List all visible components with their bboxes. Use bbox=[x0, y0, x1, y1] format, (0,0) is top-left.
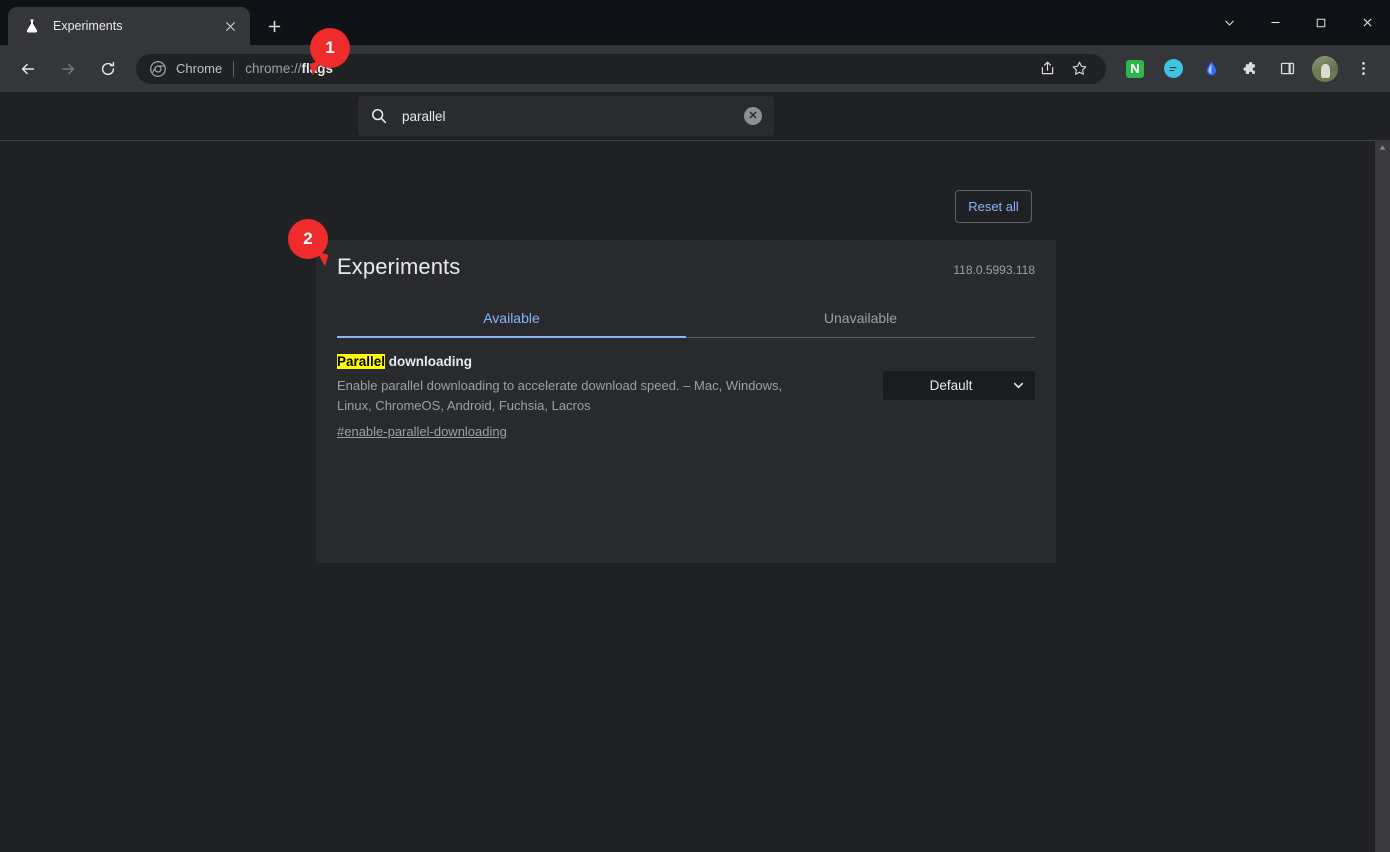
flask-icon bbox=[24, 18, 40, 34]
callout-marker-2: 2 bbox=[288, 219, 328, 259]
page-scrollbar[interactable] bbox=[1375, 140, 1390, 852]
search-box[interactable]: ✕ bbox=[358, 96, 774, 136]
omnibox-actions bbox=[1028, 56, 1092, 82]
flag-row: Parallel downloading Enable parallel dow… bbox=[337, 338, 1035, 441]
star-icon[interactable] bbox=[1066, 56, 1092, 82]
browser-toolbar: Chrome chrome://flags N bbox=[0, 45, 1390, 92]
profile-avatar[interactable] bbox=[1311, 55, 1339, 83]
forward-arrow-icon[interactable] bbox=[53, 54, 83, 84]
close-window-icon[interactable] bbox=[1344, 0, 1390, 45]
address-bar[interactable]: Chrome chrome://flags bbox=[136, 53, 1106, 84]
reload-icon[interactable] bbox=[93, 54, 123, 84]
flag-title-rest: downloading bbox=[385, 354, 473, 369]
new-tab-button[interactable] bbox=[260, 12, 288, 40]
back-arrow-icon[interactable] bbox=[13, 54, 43, 84]
flags-page: ✕ Reset all Experiments 118.0.5993.118 A… bbox=[0, 92, 1390, 852]
version-label: 118.0.5993.118 bbox=[953, 263, 1035, 277]
tab-strip: Experiments bbox=[0, 0, 1390, 45]
three-dot-menu-icon[interactable] bbox=[1349, 55, 1377, 83]
toolbar-extension-icons: N bbox=[1110, 55, 1382, 83]
experiments-card: Experiments 118.0.5993.118 Available Una… bbox=[316, 240, 1056, 563]
search-highlight: Parallel bbox=[337, 354, 386, 369]
minimize-icon[interactable] bbox=[1252, 0, 1298, 45]
reset-all-button[interactable]: Reset all bbox=[955, 190, 1032, 223]
share-icon[interactable] bbox=[1034, 56, 1060, 82]
browser-tab-experiments[interactable]: Experiments bbox=[8, 7, 250, 45]
flags-tabs: Available Unavailable bbox=[337, 300, 1035, 338]
tab-title: Experiments bbox=[53, 19, 123, 33]
flag-permalink[interactable]: #enable-parallel-downloading bbox=[337, 424, 507, 439]
flag-title: Parallel downloading bbox=[337, 353, 859, 371]
maximize-icon[interactable] bbox=[1298, 0, 1344, 45]
chevron-down-icon[interactable] bbox=[1206, 0, 1252, 45]
chrome-logo-icon bbox=[150, 60, 166, 77]
flag-info: Parallel downloading Enable parallel dow… bbox=[337, 353, 883, 441]
page-title: Experiments bbox=[337, 254, 461, 279]
flag-select-wrapper: Default bbox=[883, 371, 1035, 400]
close-icon[interactable] bbox=[220, 16, 240, 36]
tab-available[interactable]: Available bbox=[337, 300, 686, 338]
avatar bbox=[1312, 55, 1338, 82]
window-controls bbox=[1206, 0, 1390, 45]
search-input[interactable] bbox=[402, 108, 744, 124]
extension-badge-letter: N bbox=[1126, 59, 1144, 78]
extensions-puzzle-icon[interactable] bbox=[1235, 55, 1263, 83]
tab-unavailable[interactable]: Unavailable bbox=[686, 300, 1035, 338]
side-panel-icon[interactable] bbox=[1273, 55, 1301, 83]
droplet-extension-icon[interactable] bbox=[1197, 55, 1225, 83]
scroll-up-arrow-icon[interactable] bbox=[1375, 140, 1390, 155]
teal-circle-extension-icon[interactable] bbox=[1159, 55, 1187, 83]
notion-extension-icon[interactable]: N bbox=[1121, 55, 1149, 83]
clear-search-icon[interactable]: ✕ bbox=[744, 107, 762, 125]
teal-circle-glyph bbox=[1163, 59, 1183, 78]
omnibox-divider bbox=[233, 60, 235, 77]
card-header: Experiments 118.0.5993.118 bbox=[337, 240, 1035, 280]
flag-description: Enable parallel downloading to accelerat… bbox=[337, 378, 783, 414]
omnibox-chip-label: Chrome bbox=[176, 61, 223, 76]
url-prefix: chrome:// bbox=[245, 61, 302, 76]
flag-state-select[interactable]: Default bbox=[883, 371, 1035, 400]
flags-search-header: ✕ bbox=[0, 92, 1390, 141]
search-icon bbox=[370, 107, 388, 125]
callout-marker-1: 1 bbox=[310, 28, 350, 68]
